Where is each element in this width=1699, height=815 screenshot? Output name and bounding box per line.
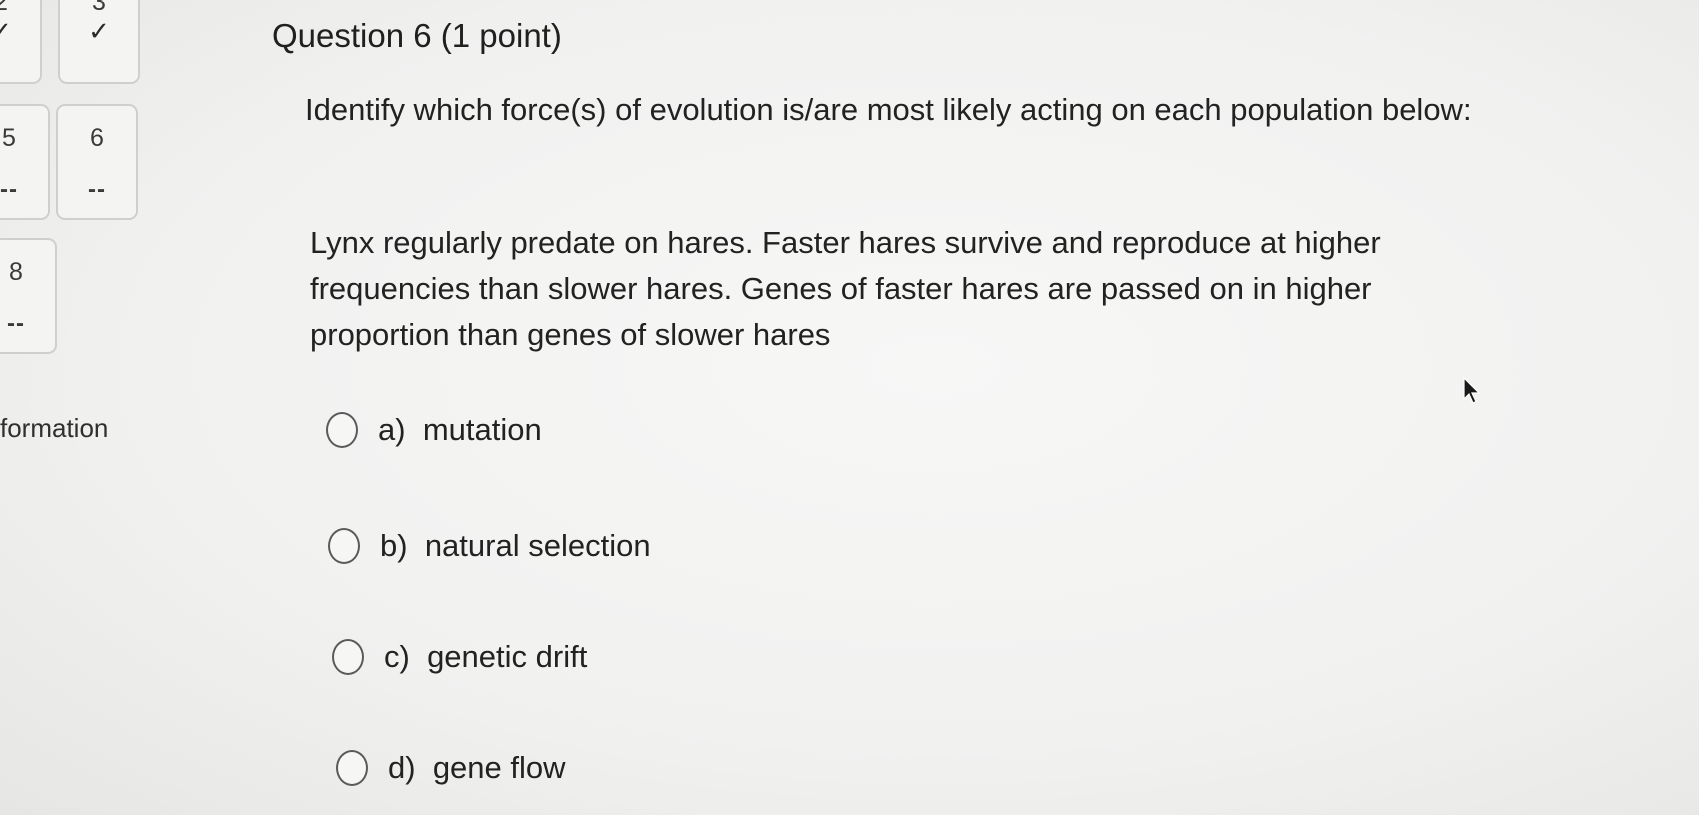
option-label: a) mutation (378, 412, 542, 447)
nav-tile-question-5[interactable]: 5 -- (0, 104, 50, 220)
question-prompt: Identify which force(s) of evolution is/… (305, 92, 1472, 127)
question-title: Question 6 (1 point) (272, 17, 562, 54)
nav-tile-status: -- (7, 310, 25, 337)
option-label: d) gene flow (388, 750, 566, 785)
mouse-pointer-icon (1463, 377, 1481, 404)
nav-tile-number: 2 (0, 0, 8, 16)
nav-tile-status: -- (88, 176, 106, 203)
nav-tile-status: -- (0, 176, 18, 203)
checkmark-icon: ✓ (0, 16, 12, 46)
answer-option-d[interactable]: d) gene flow (336, 750, 566, 786)
answer-option-c[interactable]: c) genetic drift (332, 639, 587, 675)
answer-option-b[interactable]: b) natural selection (328, 528, 651, 564)
nav-tile-number: 3 (92, 0, 106, 16)
nav-section-label[interactable]: formation (0, 413, 108, 444)
option-label: c) genetic drift (384, 639, 588, 674)
radio-circle-icon[interactable] (328, 528, 360, 564)
answer-option-a[interactable]: a) mutation (326, 412, 542, 448)
option-label: b) natural selection (380, 528, 651, 563)
nav-tile-number: 5 (2, 124, 16, 152)
nav-tile-number: 8 (9, 258, 23, 286)
nav-tile-question-3[interactable]: 3 ✓ (58, 0, 140, 84)
nav-tile-question-2[interactable]: 2 ✓ (0, 0, 42, 84)
nav-tile-number: 6 (90, 124, 104, 152)
nav-tile-question-6[interactable]: 6 -- (56, 104, 138, 220)
radio-circle-icon[interactable] (332, 639, 364, 675)
nav-tile-question-8[interactable]: 8 -- (0, 238, 57, 354)
radio-circle-icon[interactable] (336, 750, 368, 786)
checkmark-icon: ✓ (88, 16, 110, 46)
radio-circle-icon[interactable] (326, 412, 358, 448)
question-scenario: Lynx regularly predate on hares. Faster … (310, 225, 1381, 352)
